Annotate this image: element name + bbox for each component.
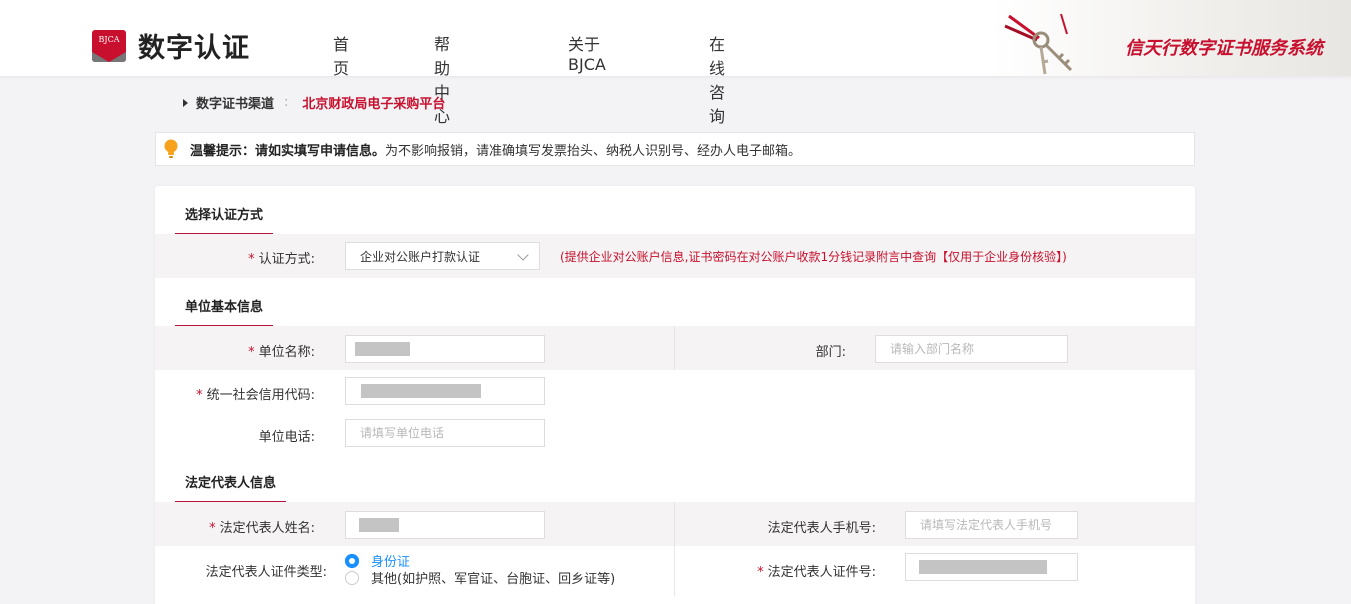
redacted-value <box>361 384 481 398</box>
legal-name-label: * 法定代表人姓名: <box>209 521 315 536</box>
section-title-auth: 选择认证方式 <box>175 204 274 235</box>
caret-right-icon <box>183 98 188 107</box>
breadcrumb: 数字证书渠道 : 北京财政局电子采购平台 <box>183 93 445 112</box>
breadcrumb-label: 数字证书渠道 <box>196 97 275 112</box>
dept-label: 部门: <box>815 345 846 360</box>
chevron-down-icon <box>517 249 529 261</box>
legal-mobile-input[interactable] <box>905 511 1078 539</box>
keys-icon <box>1004 13 1073 75</box>
org-name-label: * 单位名称: <box>248 345 315 360</box>
legal-mobile-label: 法定代表人手机号: <box>767 521 876 536</box>
dept-input[interactable] <box>875 335 1068 363</box>
application-form: 选择认证方式 * 认证方式: 企业对公账户打款认证 (提供企业对公账户信息,证书密… <box>155 186 1195 604</box>
nav-help-center[interactable]: 帮助中心 <box>434 31 450 127</box>
redacted-value <box>355 342 410 356</box>
column-divider <box>674 326 675 370</box>
tip-text: 为不影响报销，请准确填写发票抬头、纳税人识别号、经办人电子邮箱。 <box>385 143 802 159</box>
tip-strong-text: 温馨提示：请如实填写申请信息。 <box>190 143 386 159</box>
org-phone-row: 单位电话: <box>155 412 1195 454</box>
nav-home[interactable]: 首页 <box>333 31 349 79</box>
legal-name-row: * 法定代表人姓名: 法定代表人手机号: <box>155 502 1195 546</box>
banner-title: 信天行数字证书服务系统 <box>1125 38 1323 59</box>
redacted-value <box>919 560 1047 574</box>
logo-text: 数字认证 <box>138 33 250 64</box>
idtype-radio-other[interactable]: 其他(如护照、军官证、台胞证、回乡证等) <box>345 568 615 587</box>
legal-idtype-label: 法定代表人证件类型: <box>205 565 327 580</box>
radio-checked-icon <box>345 553 359 568</box>
legal-idno-label: * 法定代表人证件号: <box>757 565 876 580</box>
header-banner: 信天行数字证书服务系统 <box>991 0 1351 76</box>
tip-banner: 温馨提示：请如实填写申请信息。 为不影响报销，请准确填写发票抬头、纳税人识别号、… <box>155 132 1195 166</box>
section-title-legal: 法定代表人信息 <box>175 472 287 503</box>
auth-method-value: 企业对公账户打款认证 <box>360 249 481 264</box>
bjca-logo-icon: BJCA <box>92 29 126 62</box>
nav-about[interactable]: 关于BJCA <box>568 31 606 74</box>
idtype-option-label: 其他(如护照、军官证、台胞证、回乡证等) <box>371 572 616 587</box>
breadcrumb-channel[interactable]: 北京财政局电子采购平台 <box>302 93 445 112</box>
lightbulb-icon <box>164 139 178 158</box>
header: BJCA 数字认证 首页 帮助中心 关于BJCA 在线咨询 信天行数字证书服务系… <box>0 0 1351 126</box>
legal-id-row: 法定代表人证件类型: 身份证 其他(如护照、军官证、台胞证、回乡证等) * 法定代… <box>155 546 1195 596</box>
org-phone-input[interactable] <box>345 419 545 447</box>
section-title-org: 单位基本信息 <box>175 296 274 327</box>
column-divider <box>674 502 675 546</box>
credit-code-label: * 统一社会信用代码: <box>196 388 315 403</box>
org-name-row: * 单位名称: 部门: <box>155 326 1195 370</box>
auth-method-label: * 认证方式: <box>248 252 315 267</box>
logo[interactable]: BJCA 数字认证 <box>92 26 250 65</box>
breadcrumb-separator: : <box>284 95 289 110</box>
auth-method-hint: (提供企业对公账户信息,证书密码在对公账户收款1分钱记录附言中查询【仅用于企业身… <box>560 250 1067 264</box>
auth-method-select[interactable]: 企业对公账户打款认证 <box>345 242 540 270</box>
credit-code-row: * 统一社会信用代码: <box>155 370 1195 412</box>
redacted-value <box>359 518 399 532</box>
nav-online-consult[interactable]: 在线咨询 <box>709 31 725 127</box>
radio-unchecked-icon <box>345 570 359 585</box>
auth-method-row: * 认证方式: 企业对公账户打款认证 (提供企业对公账户信息,证书密码在对公账户收… <box>155 234 1195 278</box>
org-phone-label: 单位电话: <box>258 430 315 445</box>
column-divider <box>674 546 675 596</box>
